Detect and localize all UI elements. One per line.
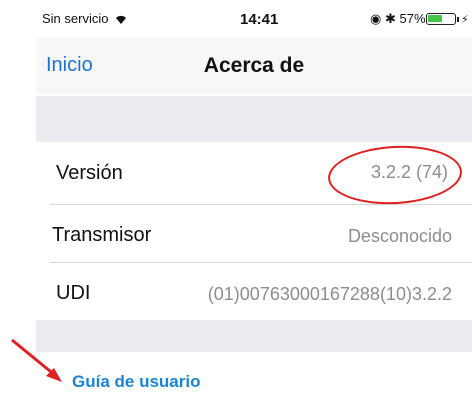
clock: 14:41 [240, 11, 279, 28]
transmitter-value: Desconocido [347, 226, 452, 246]
battery-icon [426, 13, 456, 25]
udi-label: UDI [56, 282, 91, 304]
carrier-label: Sin servicio [42, 11, 127, 26]
annotation-arrow-icon [11, 338, 62, 382]
wifi-icon [116, 15, 127, 24]
divider [50, 262, 472, 263]
section-spacer [36, 320, 472, 352]
location-icon: ◉ [370, 11, 382, 26]
transmitter-label: Transmisor [52, 224, 152, 246]
transmitter-row: Transmisor Desconocido [36, 206, 472, 262]
phone-screen: Sin servicio 14:41 ◉ ✱ 57% ⚡ Inicio Acer… [36, 0, 472, 414]
bluetooth-icon: ✱ [384, 11, 396, 26]
version-label: Versión [56, 162, 123, 184]
page-title: Acerca de [203, 54, 305, 77]
section-spacer [36, 96, 472, 142]
udi-value: (01)00763000167288(10)3.2.2 [207, 284, 452, 304]
battery-fill [428, 15, 442, 22]
user-guide-link[interactable]: Guía de usuario [72, 372, 200, 392]
battery-nub [457, 17, 459, 22]
status-icons: ◉ ✱ 57% [370, 11, 426, 27]
battery-percent: 57% [399, 11, 426, 26]
udi-row: UDI (01)00763000167288(10)3.2.2 [36, 264, 472, 320]
status-bar: Sin servicio 14:41 ◉ ✱ 57% ⚡ [36, 5, 472, 35]
charging-icon: ⚡ [461, 14, 469, 26]
user-guide-row[interactable]: Guía de usuario [36, 352, 472, 408]
carrier-text: Sin servicio [42, 11, 109, 26]
divider [50, 204, 472, 205]
navigation-bar: Inicio Acerca de [36, 38, 472, 94]
